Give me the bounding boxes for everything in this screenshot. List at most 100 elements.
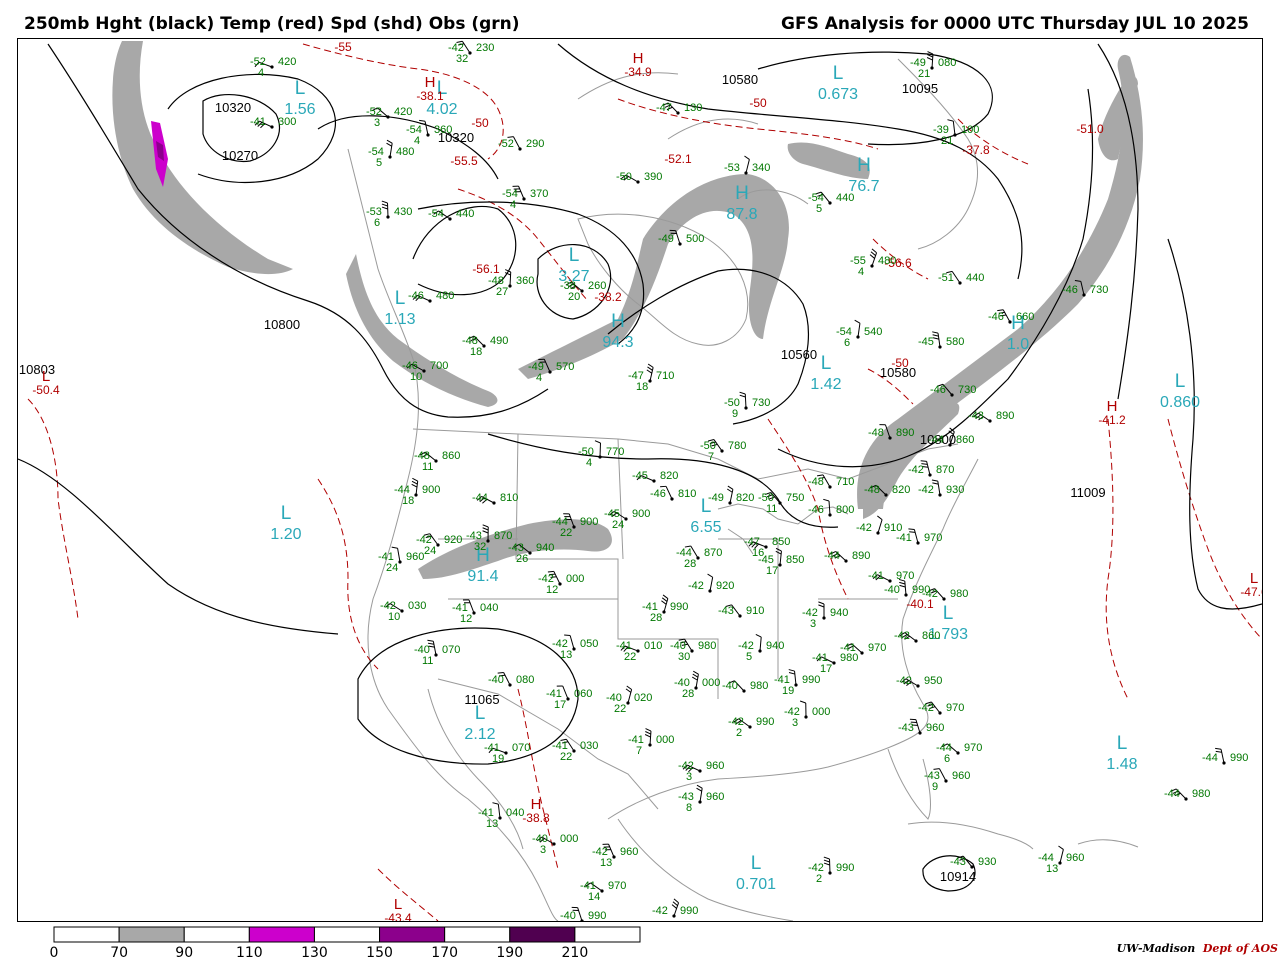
obs-height: 950 — [924, 675, 942, 687]
station-obs: -524204 — [250, 56, 296, 79]
height-label: 10095 — [902, 81, 938, 96]
station-obs: -429902 — [728, 716, 774, 739]
obs-height: 960 — [952, 770, 970, 782]
height-contour-10320 — [168, 74, 335, 182]
obs-wind: 27 — [496, 286, 508, 298]
center-value: 1.13 — [384, 311, 415, 328]
obs-wind: 13 — [486, 818, 498, 830]
obs-temp: -44 — [1164, 788, 1180, 800]
station-obs: -5075011 — [758, 492, 804, 515]
obs-height: 340 — [752, 162, 770, 174]
temp-label: -37.8 — [962, 143, 990, 157]
station-obs: -49500 — [658, 230, 704, 245]
wind-barb — [595, 441, 601, 457]
obs-height: 960 — [926, 722, 944, 734]
height-label: 10270 — [222, 148, 258, 163]
obs-temp: -41 — [250, 116, 266, 128]
obs-temp: -46 — [988, 311, 1004, 323]
station-obs: -4198017 — [812, 652, 858, 675]
low-center: L1.20 — [270, 503, 301, 543]
temp-center: H-38.8 — [522, 796, 550, 825]
obs-height: 900 — [632, 508, 650, 520]
obs-temp: -46 — [650, 488, 666, 500]
station-obs: -429902 — [808, 857, 854, 885]
station-obs: -4098030 — [670, 639, 716, 663]
height-contour-north — [558, 44, 1022, 279]
temp-center-value: -47.6 — [1240, 585, 1262, 599]
wind-barb — [626, 686, 632, 703]
station-obs: -4197014 — [580, 880, 626, 903]
obs-wind: 4 — [858, 266, 864, 278]
obs-height: 820 — [736, 492, 754, 504]
obs-wind: 2 — [816, 873, 822, 885]
obs-wind: 3 — [792, 717, 798, 729]
center-letter: L — [821, 353, 832, 374]
obs-wind: 3 — [686, 771, 692, 783]
obs-height: 940 — [830, 607, 848, 619]
obs-height: 980 — [950, 588, 968, 600]
wind-barb — [645, 729, 651, 745]
station-obs: -4203010 — [380, 600, 426, 623]
obs-temp: -41 — [868, 570, 884, 582]
station-obs: -507704 — [578, 441, 624, 469]
station-obs: -449706 — [936, 742, 982, 765]
obs-height: 000 — [656, 734, 674, 746]
colorbar-tick: 70 — [110, 945, 128, 961]
colorbar-tick: 0 — [50, 945, 59, 961]
height-label: 10560 — [781, 347, 817, 362]
height-contour-southeast — [1168, 239, 1262, 609]
station-obs: -507807 — [700, 440, 746, 463]
obs-height: 710 — [836, 476, 854, 488]
colorbar-tick: 190 — [496, 945, 523, 961]
obs-wind: 3 — [374, 117, 380, 129]
obs-height: 130 — [684, 102, 702, 114]
obs-wind: 10 — [410, 371, 422, 383]
obs-wind: 18 — [636, 381, 648, 393]
colorbar-tick: 170 — [431, 945, 458, 961]
low-center: L3.27 — [558, 245, 589, 285]
center-value: 0.673 — [818, 86, 858, 103]
weather-map[interactable]: 1032010270103201058010095108001080310560… — [17, 38, 1263, 922]
obs-height: 440 — [836, 192, 854, 204]
obs-height: 780 — [728, 440, 746, 452]
center-letter: L — [295, 78, 306, 99]
obs-wind: 22 — [624, 651, 636, 663]
wind-barb — [877, 516, 882, 533]
obs-wind: 12 — [546, 584, 558, 596]
station-obs: -42860 — [894, 630, 940, 643]
obs-temp: -53 — [724, 162, 740, 174]
station-obs: -42930 — [918, 480, 964, 497]
station-obs: -4490018 — [394, 478, 440, 507]
colorbar-cell — [119, 927, 184, 942]
temp-contour-4 — [28, 399, 78, 619]
station-obs: -534306 — [366, 201, 412, 229]
station-obs: -410007 — [628, 729, 674, 757]
station-obs: -4200012 — [538, 571, 584, 596]
center-letter: L — [833, 63, 844, 84]
temp-center: H-34.9 — [624, 50, 652, 79]
wind-barb — [824, 857, 830, 873]
obs-height: 730 — [752, 397, 770, 409]
temp-center-value: -38.1 — [416, 89, 444, 103]
height-label: 10914 — [940, 869, 976, 884]
obs-wind: 26 — [516, 553, 528, 565]
obs-height: 920 — [444, 534, 462, 546]
obs-wind: 19 — [492, 753, 504, 765]
wind-barb — [800, 701, 806, 717]
obs-wind: 13 — [1046, 863, 1058, 875]
obs-height: 030 — [580, 740, 598, 752]
station-obs: -429403 — [802, 602, 848, 630]
obs-wind: 24 — [424, 545, 436, 557]
station-obs: -44810 — [472, 492, 518, 505]
station-obs: -43960 — [898, 719, 944, 734]
obs-height: 860 — [956, 434, 974, 446]
obs-height: 820 — [660, 470, 678, 482]
height-contour-10580 — [418, 202, 644, 344]
obs-temp: -42 — [894, 630, 910, 642]
station-obs: -544805 — [368, 140, 414, 169]
obs-height: 730 — [958, 384, 976, 396]
credit-label: UW-Madison Dept of AOS — [1117, 942, 1278, 955]
low-center: L2.12 — [464, 703, 495, 743]
station-obs: -42950 — [896, 675, 942, 688]
station-obs: -4106017 — [546, 686, 592, 711]
